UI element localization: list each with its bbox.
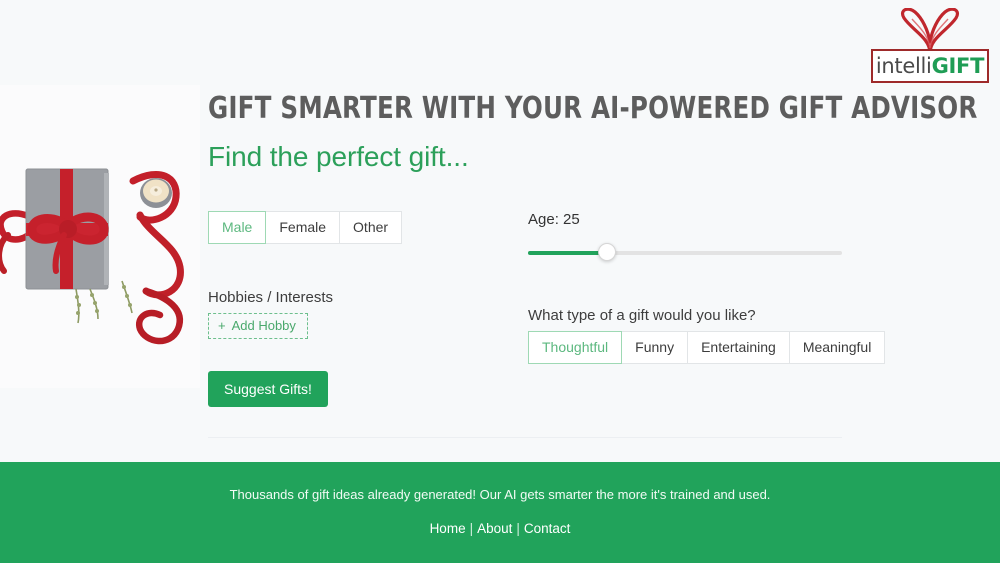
site-footer: Thousands of gift ideas already generate… (0, 462, 1000, 563)
logo-wordmark-box: intelliGIFT (871, 49, 989, 83)
footer-tagline: Thousands of gift ideas already generate… (229, 487, 771, 502)
age-slider[interactable] (528, 243, 842, 263)
logo-wordmark: intelliGIFT (875, 53, 985, 78)
gift-type-option-funny[interactable]: Funny (622, 331, 688, 364)
logo-text-intelli: intelli (875, 53, 932, 78)
footer-separator-1: | (469, 521, 474, 536)
suggest-gifts-button[interactable]: Suggest Gifts! (208, 371, 328, 407)
gift-type-question: What type of a gift would you like? (528, 307, 756, 324)
gender-option-female[interactable]: Female (266, 211, 340, 244)
gender-option-other[interactable]: Other (339, 211, 403, 244)
age-label: Age: 25 (528, 211, 580, 228)
form-column-right: Age: 25 What type of a gift would you li… (528, 211, 886, 407)
footer-link-about[interactable]: About (477, 521, 512, 536)
brand-logo[interactable]: intelliGIFT (871, 8, 989, 83)
footer-separator-2: | (516, 521, 520, 536)
gift-type-button-group: Thoughtful Funny Entertaining Meaningful (528, 331, 886, 364)
form-column-left: Male Female Other Hobbies / Interests + A… (208, 211, 528, 407)
gift-type-option-thoughtful[interactable]: Thoughtful (528, 331, 623, 364)
logo-text-gift: GIFT (931, 53, 985, 78)
main-content: Gift Smarter With Your AI-Powered Gift A… (208, 91, 978, 407)
age-slider-fill (528, 251, 607, 255)
add-hobby-button[interactable]: + Add Hobby (208, 313, 308, 339)
footer-link-home[interactable]: Home (430, 521, 466, 536)
page-title: Gift Smarter With Your AI-Powered Gift A… (208, 91, 978, 126)
form-columns: Male Female Other Hobbies / Interests + A… (208, 211, 886, 407)
footer-links: Home | About | Contact (0, 502, 1000, 536)
hobbies-label: Hobbies / Interests (208, 289, 334, 306)
plus-icon: + (218, 318, 226, 333)
footer-link-contact[interactable]: Contact (524, 521, 571, 536)
gender-button-group: Male Female Other (208, 211, 403, 244)
gender-option-male[interactable]: Male (208, 211, 267, 244)
age-slider-thumb[interactable] (597, 243, 616, 261)
content-divider (208, 437, 842, 438)
page-subtitle: Find the perfect gift... (208, 141, 469, 172)
add-hobby-label: Add Hobby (231, 318, 296, 333)
hero-gift-photo (0, 85, 200, 388)
gift-type-option-entertaining[interactable]: Entertaining (687, 331, 789, 364)
heart-ribbon-icon (901, 8, 959, 54)
gift-type-option-meaningful[interactable]: Meaningful (788, 331, 886, 364)
